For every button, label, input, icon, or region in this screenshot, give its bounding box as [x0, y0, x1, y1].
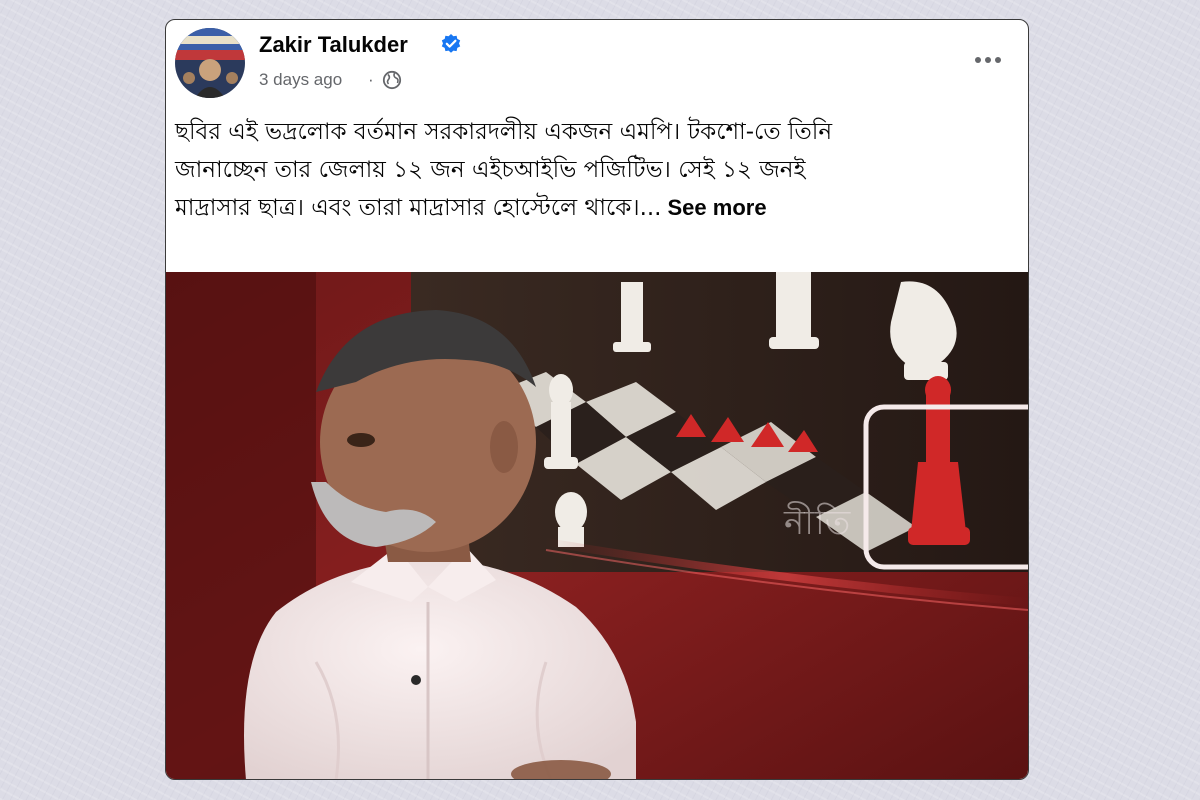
- post-video[interactable]: নীতি: [166, 242, 1028, 779]
- author-name[interactable]: Zakir Talukder: [259, 32, 408, 58]
- post-text: ছবির এই ভদ্রলোক বর্তমান সরকারদলীয় একজন …: [175, 113, 1015, 227]
- verified-badge-icon: [441, 34, 461, 53]
- post-text-line-3-content: মাদ্রাসার ছাত্র। এবং তারা মাদ্রাসার হোস্…: [175, 195, 662, 221]
- post-text-line-3: মাদ্রাসার ছাত্র। এবং তারা মাদ্রাসার হোস্…: [175, 189, 1015, 227]
- video-watermark: নীতি: [784, 503, 852, 543]
- timestamp-separator: ·: [368, 70, 374, 89]
- video-frame: [166, 242, 1028, 779]
- post-header: Zakir Talukder 3 days ago ·: [166, 20, 1028, 120]
- post-text-line-1: ছবির এই ভদ্রলোক বর্তমান সরকারদলীয় একজন …: [175, 119, 833, 145]
- facebook-post-card: Zakir Talukder 3 days ago · ছবির এই ভদ্র…: [165, 19, 1029, 780]
- more-options-icon[interactable]: [970, 50, 1006, 70]
- see-more-link[interactable]: See more: [668, 195, 767, 220]
- post-text-line-2: জানাচ্ছেন তার জেলায় ১২ জন এইচআইভি পজিটি…: [175, 157, 806, 183]
- author-avatar[interactable]: [175, 28, 245, 98]
- globe-icon: [382, 70, 402, 90]
- post-timestamp[interactable]: 3 days ago: [259, 70, 342, 90]
